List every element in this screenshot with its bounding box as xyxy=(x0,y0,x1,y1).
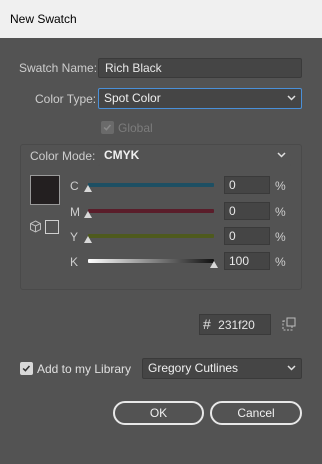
library-value: Gregory Cutlines xyxy=(148,361,239,375)
color-mode-label: Color Mode: xyxy=(30,149,96,163)
magenta-input[interactable]: 0 xyxy=(224,202,270,220)
hex-value: 231f20 xyxy=(218,318,255,332)
eyedropper-sample-icon[interactable] xyxy=(282,317,296,331)
out-of-gamut-cube-icon[interactable] xyxy=(29,220,42,233)
hex-symbol: # xyxy=(203,316,211,332)
web-safe-swatch[interactable] xyxy=(45,220,59,234)
black-slider-track[interactable] xyxy=(88,259,214,263)
color-mode-value: CMYK xyxy=(104,148,140,162)
color-mode-dropdown[interactable]: CMYK xyxy=(98,145,292,166)
chevron-down-icon xyxy=(287,95,296,101)
window-title: New Swatch xyxy=(10,12,77,26)
add-to-library-checkbox[interactable] xyxy=(20,362,33,375)
color-type-value: Spot Color xyxy=(104,91,161,105)
global-checkbox[interactable] xyxy=(101,121,114,134)
color-type-label: Color Type: xyxy=(35,92,97,106)
channel-label: K xyxy=(70,255,79,269)
percent-label: % xyxy=(275,179,286,193)
channel-label: C xyxy=(70,179,79,193)
channel-label: Y xyxy=(70,230,79,244)
hex-input[interactable]: # 231f20 xyxy=(199,314,271,335)
percent-label: % xyxy=(275,230,286,244)
yellow-slider-track[interactable] xyxy=(88,234,214,238)
color-preview-swatch xyxy=(30,175,60,205)
yellow-input[interactable]: 0 xyxy=(224,227,270,245)
cyan-slider-thumb[interactable] xyxy=(84,185,92,192)
cancel-button[interactable]: Cancel xyxy=(210,401,302,425)
cyan-input[interactable]: 0 xyxy=(224,176,270,194)
percent-label: % xyxy=(275,205,286,219)
checkmark-icon xyxy=(22,365,31,372)
magenta-slider-thumb[interactable] xyxy=(84,211,92,218)
global-label: Global xyxy=(118,121,153,135)
add-to-library-label: Add to my Library xyxy=(37,362,132,376)
title-bar: New Swatch xyxy=(0,0,322,38)
ok-button[interactable]: OK xyxy=(113,401,204,425)
black-input[interactable]: 100 xyxy=(224,252,270,270)
cyan-slider-track[interactable] xyxy=(88,183,214,187)
percent-label: % xyxy=(275,255,286,269)
swatch-name-label: Swatch Name: xyxy=(19,61,98,75)
black-slider-thumb[interactable] xyxy=(210,261,218,268)
chevron-down-icon xyxy=(277,152,286,158)
magenta-slider-track[interactable] xyxy=(88,209,214,213)
library-dropdown[interactable]: Gregory Cutlines xyxy=(142,358,302,379)
channel-label: M xyxy=(70,205,80,219)
color-type-dropdown[interactable]: Spot Color xyxy=(98,88,302,109)
yellow-slider-thumb[interactable] xyxy=(84,236,92,243)
swatch-name-input[interactable]: Rich Black xyxy=(98,58,302,78)
chevron-down-icon xyxy=(287,365,296,371)
checkmark-icon xyxy=(103,124,112,131)
